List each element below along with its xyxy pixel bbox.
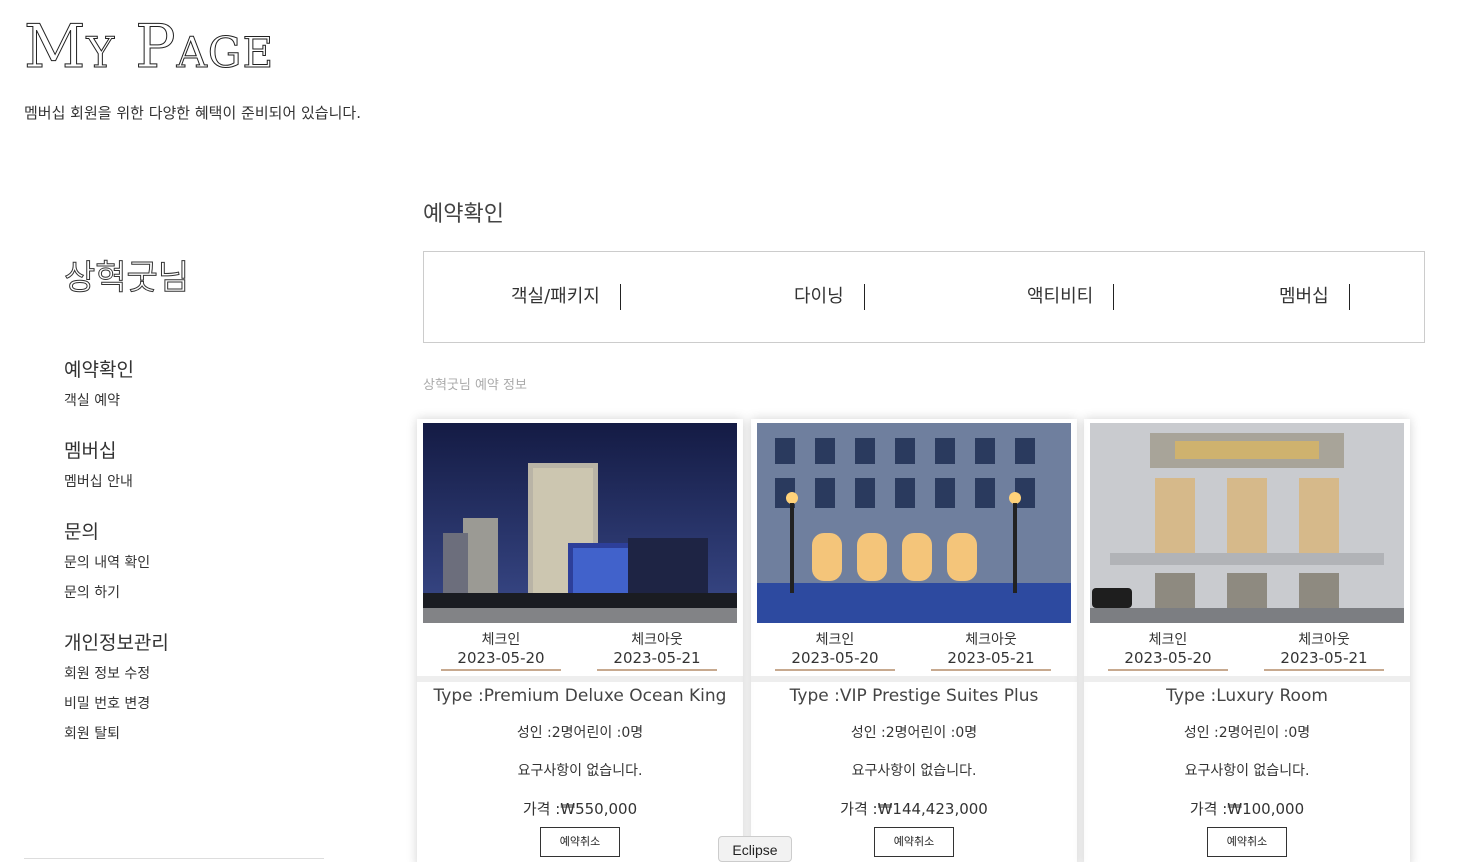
sidebar-heading: 개인정보관리 [64,632,169,654]
sidebar-link-room-reservation[interactable]: 객실 예약 [64,390,324,410]
sidebar: 상혁굿님 예약확인 객실 예약 멤버십 멤버십 안내 문의 문의 내역 확인 문… [64,250,324,769]
room-type: Type :Luxury Room [1166,686,1328,706]
tooltip: Eclipse [718,836,792,862]
sidebar-heading: 문의 [64,521,99,543]
reservation-info-label: 상혁굿님 예약 정보 [423,378,527,393]
sidebar-link-withdraw[interactable]: 회원 탈퇴 [64,723,324,743]
hotel-photo [1090,423,1404,623]
checkout-date: 2023-05-21 [613,649,701,667]
price: 가격 :₩550,000 [522,800,638,818]
checkout-label: 체크아웃 [1298,632,1350,648]
page-subtitle: 멤버십 회원을 위한 다양한 혜택이 준비되어 있습니다. [24,104,361,122]
tab-activity[interactable]: 액티비티 [1027,284,1115,310]
price: 가격 :₩100,000 [1189,800,1305,818]
sidebar-link-inquiry-new[interactable]: 문의 하기 [64,582,324,602]
price: 가격 :₩144,423,000 [840,800,988,818]
guest-count: 성인 :2명어린이 :0명 [850,725,978,741]
page-title: My Page [23,12,275,83]
checkout-date: 2023-05-21 [1280,649,1368,667]
tab-room-package[interactable]: 객실/패키지 [511,284,621,310]
tab-membership[interactable]: 멤버십 [1279,284,1350,310]
room-type: Type :Premium Deluxe Ocean King [433,686,727,706]
special-request: 요구사항이 없습니다. [851,763,977,779]
cancel-reservation-button[interactable]: 예약취소 [874,827,954,857]
reservation-card: 체크인 2023-05-20 체크아웃 2023-05-21 Type :Lux… [1084,423,1410,862]
room-type: Type :VIP Prestige Suites Plus [789,686,1039,706]
sidebar-heading: 예약확인 [64,359,134,381]
hotel-photo [757,423,1071,623]
cancel-reservation-button[interactable]: 예약취소 [1207,827,1287,857]
guest-count: 성인 :2명어린이 :0명 [1183,725,1311,741]
sidebar-group-inquiry: 문의 문의 내역 확인 문의 하기 [64,517,324,602]
cancel-reservation-button[interactable]: 예약취소 [540,827,620,857]
checkin-label: 체크인 [1148,632,1188,648]
section-title: 예약확인 [423,202,504,227]
checkin-date: 2023-05-20 [791,649,879,667]
sidebar-heading: 멤버십 [64,440,117,462]
user-name: 상혁굿님 [64,258,190,299]
guest-count: 성인 :2명어린이 :0명 [516,725,644,741]
reservation-card: 체크인 2023-05-20 체크아웃 2023-05-21 Type :Pre… [417,423,743,862]
checkout-label: 체크아웃 [631,632,683,648]
category-tabs: 객실/패키지 다이닝 액티비티 멤버십 [423,251,1425,343]
tab-dining[interactable]: 다이닝 [794,284,865,310]
special-request: 요구사항이 없습니다. [1184,763,1310,779]
sidebar-link-inquiry-history[interactable]: 문의 내역 확인 [64,552,324,572]
reservation-card: 체크인 2023-05-20 체크아웃 2023-05-21 Type :VIP… [751,423,1077,862]
sidebar-link-edit-profile[interactable]: 회원 정보 수정 [64,663,324,683]
sidebar-link-change-password[interactable]: 비밀 번호 변경 [64,693,324,713]
special-request: 요구사항이 없습니다. [517,763,643,779]
sidebar-group-reservation: 예약확인 객실 예약 [64,355,324,410]
sidebar-group-membership: 멤버십 멤버십 안내 [64,436,324,491]
divider [24,858,324,859]
checkout-label: 체크아웃 [965,632,1017,648]
sidebar-link-membership-info[interactable]: 멤버십 안내 [64,471,324,491]
sidebar-group-account: 개인정보관리 회원 정보 수정 비밀 번호 변경 회원 탈퇴 [64,628,324,743]
checkin-label: 체크인 [481,632,521,648]
hotel-photo [423,423,737,623]
checkout-date: 2023-05-21 [947,649,1035,667]
checkin-date: 2023-05-20 [1124,649,1212,667]
checkin-label: 체크인 [815,632,855,648]
checkin-date: 2023-05-20 [457,649,545,667]
